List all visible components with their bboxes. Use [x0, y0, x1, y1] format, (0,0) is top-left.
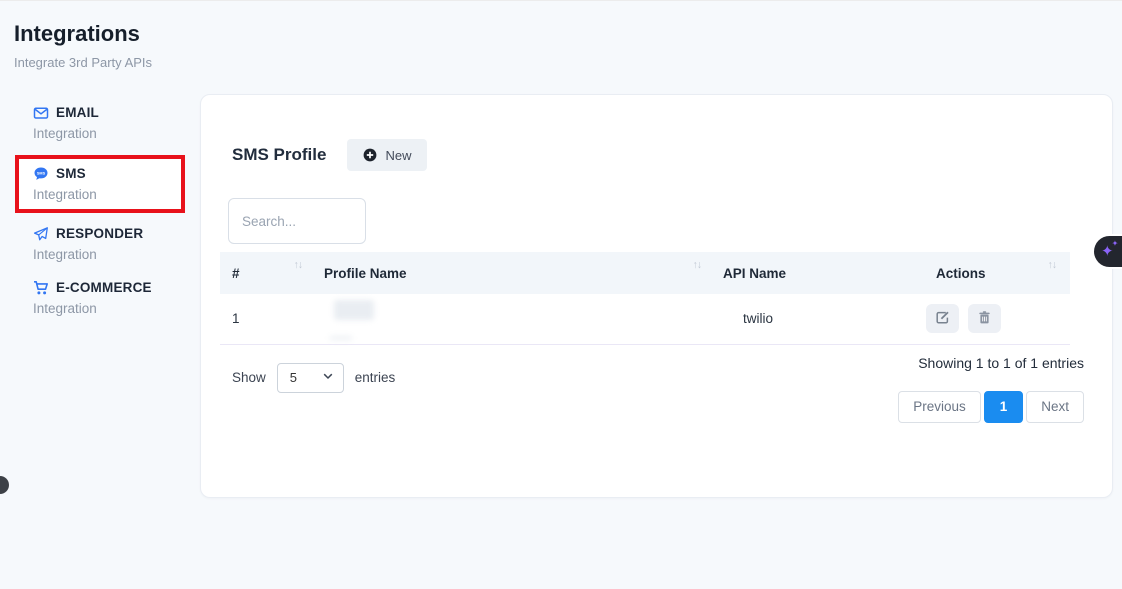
side-widget-handle[interactable] — [0, 476, 9, 494]
column-header-actions[interactable]: Actions ↑↓ — [924, 252, 1070, 294]
envelope-icon — [33, 105, 49, 121]
panel-header: SMS Profile New — [232, 139, 1112, 171]
sidebar-item-responder[interactable]: RESPONDER Integration — [0, 224, 200, 262]
chevron-down-icon — [322, 370, 334, 385]
column-header-label: API Name — [723, 266, 786, 281]
page-title: Integrations — [14, 21, 152, 47]
new-button-label: New — [385, 148, 411, 163]
table-row: 1 twilio — [220, 294, 1070, 344]
sidebar-item-label: EMAIL — [56, 105, 99, 120]
cell-profile-name — [312, 294, 711, 344]
show-label: Show — [232, 370, 266, 385]
sidebar-item-sublabel: Integration — [33, 301, 200, 316]
svg-text:SMS: SMS — [37, 171, 46, 175]
entries-per-page-select[interactable]: 5 — [277, 363, 344, 393]
annotation-highlight-box: SMS SMS Integration — [15, 155, 185, 213]
sidebar-item-sublabel: Integration — [33, 126, 200, 141]
entries-selected-value: 5 — [290, 370, 297, 385]
redacted-profile-name — [334, 300, 374, 320]
column-header-label: Actions — [936, 266, 986, 281]
sidebar-item-ecommerce[interactable]: E-COMMERCE Integration — [0, 278, 200, 316]
paper-plane-icon — [33, 226, 49, 242]
sidebar-item-label: SMS — [56, 166, 86, 181]
new-profile-button[interactable]: New — [347, 139, 427, 171]
edit-icon — [935, 310, 950, 328]
sidebar-item-sublabel: Integration — [33, 247, 200, 262]
search-input[interactable] — [228, 198, 366, 244]
sidebar-item-sms[interactable]: SMS SMS Integration — [33, 164, 181, 202]
page-subtitle: Integrate 3rd Party APIs — [14, 55, 152, 70]
column-header-label: # — [232, 266, 240, 281]
sidebar-item-sublabel: Integration — [33, 187, 181, 202]
plus-circle-icon — [363, 148, 377, 162]
sms-chat-icon: SMS — [33, 166, 49, 182]
trash-icon — [977, 310, 992, 328]
sidebar-item-email[interactable]: EMAIL Integration — [0, 103, 200, 141]
next-page-button[interactable]: Next — [1026, 391, 1084, 423]
column-header-api-name[interactable]: API Name — [711, 252, 924, 294]
cell-index: 1 — [220, 294, 312, 344]
sort-icon[interactable]: ↑↓ — [294, 259, 303, 271]
show-entries-control: Show 5 entries — [232, 363, 395, 393]
column-header-index[interactable]: # ↑↓ — [220, 252, 312, 294]
cart-icon — [33, 280, 49, 296]
sidebar-item-label: E-COMMERCE — [56, 280, 152, 295]
entries-summary: Showing 1 to 1 of 1 entries — [918, 355, 1084, 371]
table-footer: Show 5 entries Showing 1 to 1 of 1 entri… — [232, 355, 1084, 423]
ai-assistant-widget[interactable]: ✦ ✦ — [1092, 234, 1122, 269]
table-header-row: # ↑↓ Profile Name ↑↓ API Name Actions ↑↓ — [220, 252, 1070, 294]
cell-api-name: twilio — [711, 294, 924, 344]
pagination: Previous 1 Next — [898, 391, 1084, 423]
delete-button[interactable] — [968, 304, 1001, 333]
sparkles-icon: ✦ — [1112, 240, 1119, 248]
page-header: Integrations Integrate 3rd Party APIs — [14, 21, 152, 70]
panel-title: SMS Profile — [232, 145, 326, 165]
column-header-profile-name[interactable]: Profile Name ↑↓ — [312, 252, 711, 294]
sms-profile-panel: SMS Profile New # ↑↓ Profile Name — [200, 94, 1113, 498]
sms-profiles-table: # ↑↓ Profile Name ↑↓ API Name Actions ↑↓… — [220, 252, 1070, 345]
edit-button[interactable] — [926, 304, 959, 333]
page-number-button[interactable]: 1 — [984, 391, 1024, 423]
entries-label: entries — [355, 370, 396, 385]
sidebar-item-label: RESPONDER — [56, 226, 143, 241]
integrations-sidebar: EMAIL Integration SMS SMS Integration — [0, 103, 200, 330]
cell-actions — [924, 294, 1070, 344]
sort-icon[interactable]: ↑↓ — [693, 259, 702, 271]
column-header-label: Profile Name — [324, 266, 407, 281]
sort-icon[interactable]: ↑↓ — [1048, 259, 1057, 271]
previous-page-button[interactable]: Previous — [898, 391, 981, 423]
